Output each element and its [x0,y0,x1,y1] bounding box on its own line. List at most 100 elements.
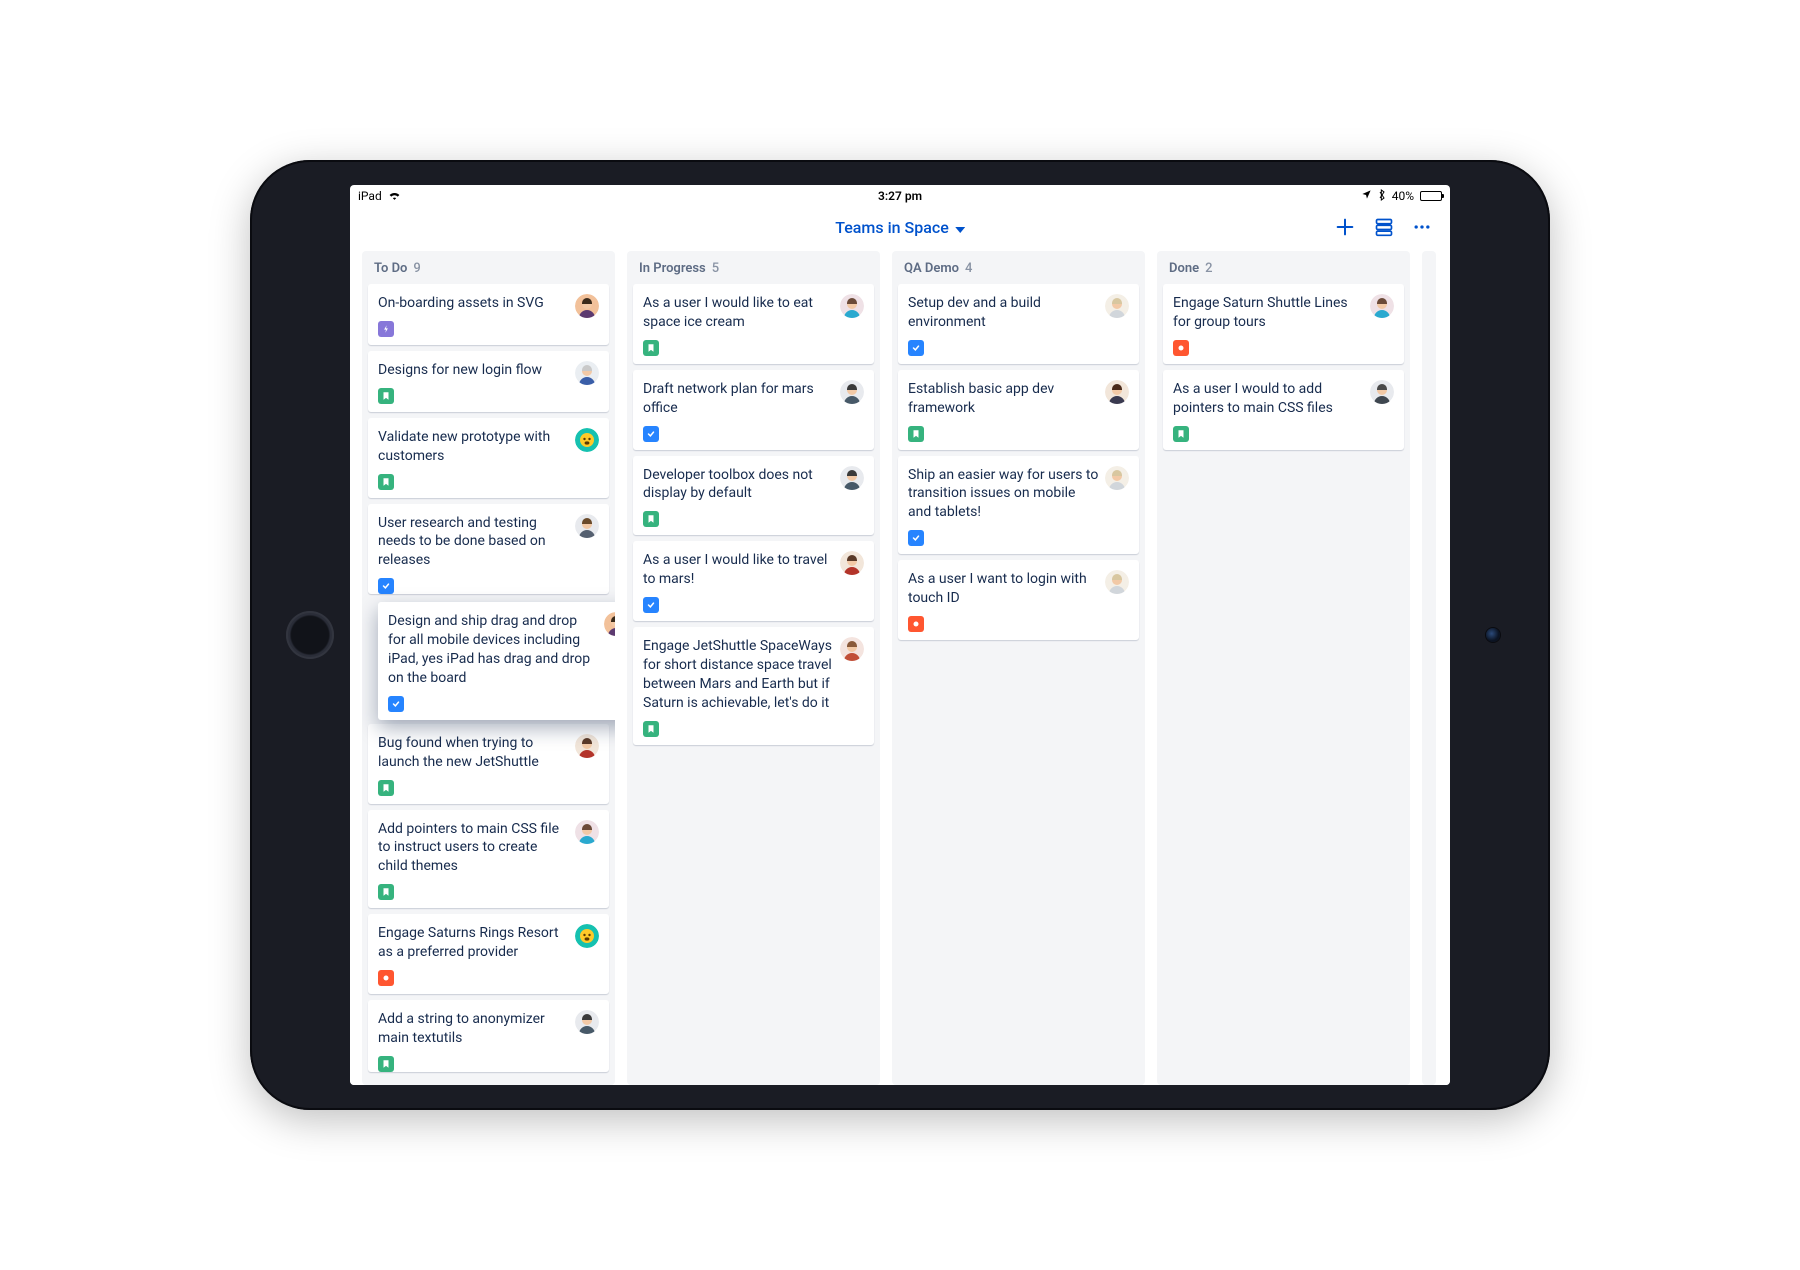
card-list[interactable]: On-boarding assets in SVG Designs for ne… [362,284,615,1080]
issue-card[interactable]: Engage Saturns Rings Resort as a preferr… [368,914,609,994]
card-title: Ship an easier way for users to transiti… [908,466,1099,523]
bug-type-icon [908,616,924,632]
column-name: QA Demo [904,261,959,276]
card-list[interactable]: Engage Saturn Shuttle Lines for group to… [1157,284,1410,458]
card-title: Designs for new login flow [378,361,569,380]
avatar [840,294,864,318]
task-type-icon [643,597,659,613]
front-camera [1486,628,1500,642]
issue-card[interactable]: Draft network plan for mars office [633,370,874,450]
issue-card[interactable]: Design and ship drag and drop for all mo… [378,602,615,720]
card-title: Developer toolbox does not display by de… [643,466,834,504]
story-type-icon [643,511,659,527]
issue-card[interactable]: As a user I would like to travel to mars… [633,541,874,621]
card-title: Design and ship drag and drop for all mo… [388,612,598,688]
card-list[interactable]: As a user I would like to eat space ice … [627,284,880,753]
card-title: Add pointers to main CSS file to instruc… [378,820,569,877]
home-button[interactable] [286,611,334,659]
board-column[interactable]: Done 2 Engage Saturn Shuttle Lines for g… [1157,251,1410,1085]
issue-card[interactable]: Bug found when trying to launch the new … [368,724,609,804]
story-type-icon [908,426,924,442]
column-name: In Progress [639,261,706,276]
column-count: 9 [413,261,420,276]
story-type-icon [378,1056,394,1072]
ipad-frame: iPad 3:27 pm 40% [250,160,1550,1110]
wifi-icon [388,189,401,203]
avatar [1105,294,1129,318]
issue-card[interactable]: As a user I want to login with touch ID [898,560,1139,640]
column-name: To Do [374,261,407,276]
card-title: Engage Saturn Shuttle Lines for group to… [1173,294,1364,332]
more-button[interactable] [1412,217,1432,237]
task-type-icon [388,696,404,712]
issue-card[interactable]: Developer toolbox does not display by de… [633,456,874,536]
column-name: Done [1169,261,1199,276]
avatar [575,428,599,452]
story-type-icon [1173,426,1189,442]
column-count: 4 [965,261,972,276]
kanban-board[interactable]: To Do 9 On-boarding assets in SVG Design… [350,247,1450,1085]
task-type-icon [643,426,659,442]
avatar [1370,380,1394,404]
app-header: Teams in Space [350,207,1450,247]
issue-card[interactable]: Ship an easier way for users to transiti… [898,456,1139,555]
card-title: As a user I would like to travel to mars… [643,551,834,589]
card-title: Setup dev and a build environment [908,294,1099,332]
story-type-icon [378,780,394,796]
issue-card[interactable]: Setup dev and a build environment [898,284,1139,364]
backlog-button[interactable] [1374,217,1394,237]
board-title: Teams in Space [835,218,949,237]
clock: 3:27 pm [878,189,922,203]
issue-card[interactable]: User research and testing needs to be do… [368,504,609,595]
card-title: As a user I want to login with touch ID [908,570,1099,608]
column-header: To Do 9 [362,251,615,284]
story-type-icon [643,721,659,737]
story-type-icon [378,388,394,404]
epic-type-icon [378,321,394,337]
avatar [575,1010,599,1034]
card-title: As a user I would like to eat space ice … [643,294,834,332]
task-type-icon [378,578,394,594]
issue-card[interactable]: Engage Saturn Shuttle Lines for group to… [1163,284,1404,364]
board-column[interactable]: To Do 9 On-boarding assets in SVG Design… [362,251,615,1085]
issue-card[interactable]: Validate new prototype with customers [368,418,609,498]
avatar [575,924,599,948]
board-column-partial[interactable] [1422,251,1436,1085]
bug-type-icon [1173,340,1189,356]
issue-card[interactable]: As a user I would like to eat space ice … [633,284,874,364]
card-title: As a user I would to add pointers to mai… [1173,380,1364,418]
issue-card[interactable]: Establish basic app dev framework [898,370,1139,450]
bluetooth-icon [1378,189,1386,204]
ios-status-bar: iPad 3:27 pm 40% [350,185,1450,207]
battery-pct: 40% [1392,189,1414,203]
issue-card[interactable]: Designs for new login flow [368,351,609,412]
issue-card[interactable]: As a user I would to add pointers to mai… [1163,370,1404,450]
column-header: QA Demo 4 [892,251,1145,284]
bug-type-icon [378,970,394,986]
issue-card[interactable]: Add a string to anonymizer main textutil… [368,1000,609,1072]
screen: iPad 3:27 pm 40% [350,185,1450,1085]
card-title: User research and testing needs to be do… [378,514,569,571]
issue-card[interactable]: Engage JetShuttle SpaceWays for short di… [633,627,874,745]
card-list[interactable]: Setup dev and a build environment Establ… [892,284,1145,648]
task-type-icon [908,340,924,356]
issue-card[interactable]: On-boarding assets in SVG [368,284,609,345]
create-button[interactable] [1334,216,1356,238]
issue-card[interactable]: Add pointers to main CSS file to instruc… [368,810,609,909]
avatar [1105,466,1129,490]
board-column[interactable]: In Progress 5 As a user I would like to … [627,251,880,1085]
board-column[interactable]: QA Demo 4 Setup dev and a build environm… [892,251,1145,1085]
avatar [575,734,599,758]
card-title: On-boarding assets in SVG [378,294,569,313]
board-switcher[interactable]: Teams in Space [835,218,965,237]
battery-icon [1420,191,1442,201]
avatar [575,820,599,844]
avatar [840,551,864,575]
task-type-icon [908,530,924,546]
card-title: Validate new prototype with customers [378,428,569,466]
card-title: Establish basic app dev framework [908,380,1099,418]
column-count: 2 [1205,261,1212,276]
chevron-down-icon [955,218,965,237]
avatar [1370,294,1394,318]
avatar [1105,570,1129,594]
